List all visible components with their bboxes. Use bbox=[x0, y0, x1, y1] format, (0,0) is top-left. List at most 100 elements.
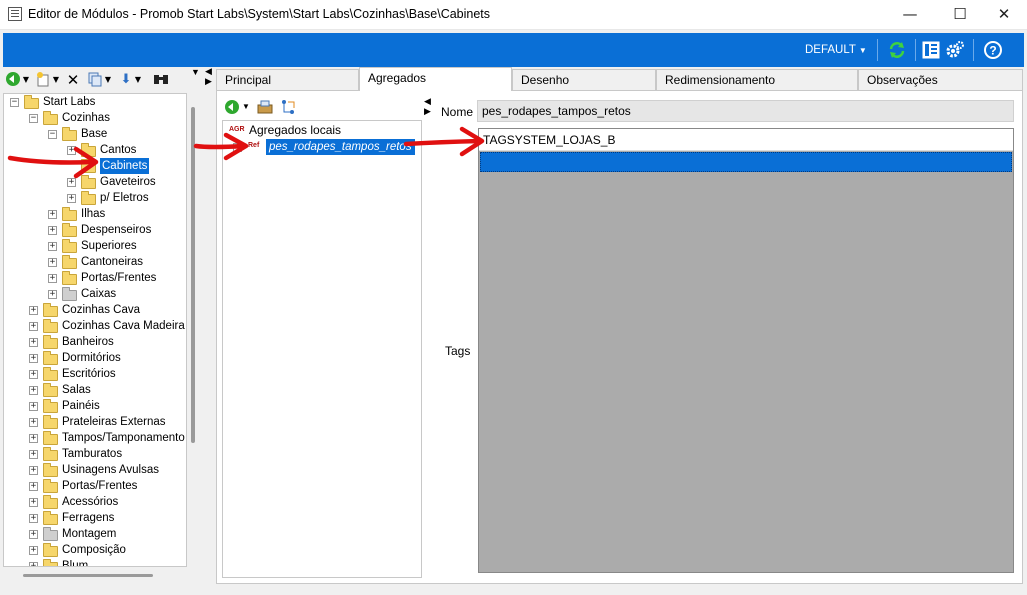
folder-icon bbox=[43, 335, 58, 349]
expand-toggle[interactable]: + bbox=[29, 546, 38, 555]
copy-icon[interactable] bbox=[87, 71, 103, 87]
expand-toggle[interactable]: + bbox=[29, 498, 38, 507]
layout-icon[interactable] bbox=[921, 40, 941, 60]
splitter-toggle[interactable]: ◀ ▶ bbox=[424, 96, 431, 116]
expand-toggle[interactable]: + bbox=[29, 514, 38, 523]
aggregate-item-selected[interactable]: pes_rodapes_tampos_retos bbox=[266, 139, 415, 155]
expand-toggle[interactable]: + bbox=[29, 322, 38, 331]
new-icon[interactable] bbox=[35, 71, 51, 87]
agregados-root-label[interactable]: Agregados locais bbox=[249, 122, 341, 138]
tree-item-label: Cantos bbox=[100, 144, 137, 156]
copy-dropdown-icon[interactable]: ▼ bbox=[104, 71, 112, 89]
expand-toggle[interactable]: + bbox=[29, 370, 38, 379]
tree-item-label: Prateleiras Externas bbox=[62, 416, 166, 428]
expand-toggle[interactable]: + bbox=[48, 242, 57, 251]
binoculars-icon[interactable] bbox=[152, 71, 170, 87]
expand-toggle[interactable]: + bbox=[67, 146, 76, 155]
minimize-button[interactable]: — bbox=[887, 0, 933, 30]
folder-icon bbox=[43, 319, 58, 333]
move-icon[interactable]: ⬇ bbox=[119, 71, 133, 89]
expand-toggle[interactable]: + bbox=[29, 354, 38, 363]
tag-row-new[interactable] bbox=[480, 152, 1012, 172]
collapse-toggle[interactable]: − bbox=[48, 130, 57, 139]
expand-toggle[interactable]: + bbox=[48, 226, 57, 235]
profile-dropdown[interactable]: DEFAULT ▼ bbox=[805, 44, 867, 56]
nome-field[interactable]: pes_rodapes_tampos_retos bbox=[477, 100, 1014, 122]
toolbar-overflow-icon[interactable]: ▼ bbox=[191, 68, 200, 77]
tree-toolbar: ▼ ▼ ✕ ▼ ⬇ ▼ ▼ bbox=[3, 68, 201, 92]
tree-vertical-scrollbar[interactable] bbox=[187, 93, 200, 567]
scrollbar-thumb[interactable] bbox=[23, 574, 153, 577]
delete-icon[interactable]: ✕ bbox=[66, 71, 80, 89]
move-dropdown-icon[interactable]: ▼ bbox=[134, 71, 142, 89]
maximize-button[interactable]: ☐ bbox=[937, 0, 983, 30]
expand-toggle[interactable]: + bbox=[67, 178, 76, 187]
ref-tag-icon: Ref bbox=[248, 142, 260, 149]
expand-toggle[interactable]: + bbox=[67, 194, 76, 203]
folder-icon bbox=[62, 255, 77, 269]
tree-item-label: Portas/Frentes bbox=[62, 480, 138, 492]
expand-toggle[interactable]: + bbox=[48, 258, 57, 267]
new-dropdown-icon[interactable]: ▼ bbox=[52, 71, 60, 89]
collapse-toggle[interactable]: − bbox=[29, 114, 38, 123]
tree-item-label: Gaveteiros bbox=[100, 176, 156, 188]
expand-toggle[interactable]: + bbox=[29, 418, 38, 427]
settings-icon[interactable] bbox=[945, 40, 965, 60]
expand-toggle[interactable]: + bbox=[29, 338, 38, 347]
expand-toggle[interactable]: + bbox=[233, 143, 242, 152]
tree-item-label: Base bbox=[81, 128, 108, 140]
tab-observacoes[interactable]: Observações bbox=[858, 69, 1023, 90]
scrollbar-thumb[interactable] bbox=[191, 107, 195, 443]
hierarchy-icon[interactable] bbox=[280, 99, 296, 115]
folder-icon bbox=[81, 191, 96, 205]
tree-item-label: Painéis bbox=[62, 400, 100, 412]
collapse-toggle[interactable]: − bbox=[10, 98, 19, 107]
tree-horizontal-scrollbar[interactable] bbox=[3, 567, 187, 583]
add-aggregate-icon[interactable] bbox=[256, 99, 274, 115]
expand-toggle[interactable]: + bbox=[48, 290, 57, 299]
expand-toggle[interactable]: + bbox=[29, 434, 38, 443]
tab-desenho[interactable]: Desenho bbox=[512, 69, 656, 90]
tab-agregados[interactable]: Agregados bbox=[359, 67, 512, 91]
tree-item-label: Ilhas bbox=[81, 208, 106, 220]
tree-item-label: Escritórios bbox=[62, 368, 116, 380]
tree-item-label: Acessórios bbox=[62, 496, 119, 508]
folder-icon bbox=[43, 111, 58, 125]
splitter-toggle[interactable]: ◀ ▶ bbox=[205, 66, 212, 86]
folder-icon bbox=[43, 383, 58, 397]
tag-row[interactable]: TAGSYSTEM_LOJAS_B bbox=[479, 129, 1013, 151]
tags-list[interactable]: TAGSYSTEM_LOJAS_B bbox=[478, 128, 1014, 573]
tree-item-label: Superiores bbox=[81, 240, 137, 252]
expand-toggle[interactable]: + bbox=[29, 386, 38, 395]
folder-icon bbox=[43, 527, 58, 541]
main-toolbar: DEFAULT ▼ ? bbox=[3, 33, 1024, 67]
expand-toggle[interactable]: + bbox=[29, 466, 38, 475]
expand-toggle[interactable]: + bbox=[29, 306, 38, 315]
help-icon[interactable]: ? bbox=[983, 40, 1003, 60]
tree-item-label: Cozinhas bbox=[62, 112, 110, 124]
folder-icon bbox=[81, 159, 96, 173]
expand-toggle[interactable]: + bbox=[48, 210, 57, 219]
folder-icon bbox=[43, 415, 58, 429]
tab-redimensionamento[interactable]: Redimensionamento bbox=[656, 69, 858, 90]
close-button[interactable]: ✕ bbox=[981, 0, 1027, 30]
back-dropdown-icon[interactable]: ▼ bbox=[22, 71, 30, 89]
tree-item-label: p/ Eletros bbox=[100, 192, 149, 204]
expand-toggle[interactable]: + bbox=[29, 482, 38, 491]
tree-item-label: Tamburatos bbox=[62, 448, 123, 460]
back-icon[interactable] bbox=[224, 99, 240, 115]
expand-toggle[interactable]: + bbox=[29, 402, 38, 411]
tree-item-label: Banheiros bbox=[62, 336, 114, 348]
tab-principal[interactable]: Principal bbox=[216, 69, 359, 90]
tree-item-label: Cabinets bbox=[100, 158, 150, 174]
refresh-icon[interactable] bbox=[887, 40, 907, 60]
folder-icon bbox=[43, 367, 58, 381]
tree-item-label: Despenseiros bbox=[81, 224, 152, 236]
expand-toggle[interactable]: + bbox=[48, 274, 57, 283]
agregados-tree: AGR Agregados locais + Ref pes_rodapes_t… bbox=[222, 120, 422, 578]
back-icon[interactable] bbox=[5, 71, 21, 87]
expand-toggle[interactable]: + bbox=[29, 530, 38, 539]
expand-toggle[interactable]: + bbox=[29, 450, 38, 459]
back-dropdown-icon[interactable]: ▼ bbox=[242, 102, 250, 111]
nome-label: Nome bbox=[441, 105, 474, 119]
